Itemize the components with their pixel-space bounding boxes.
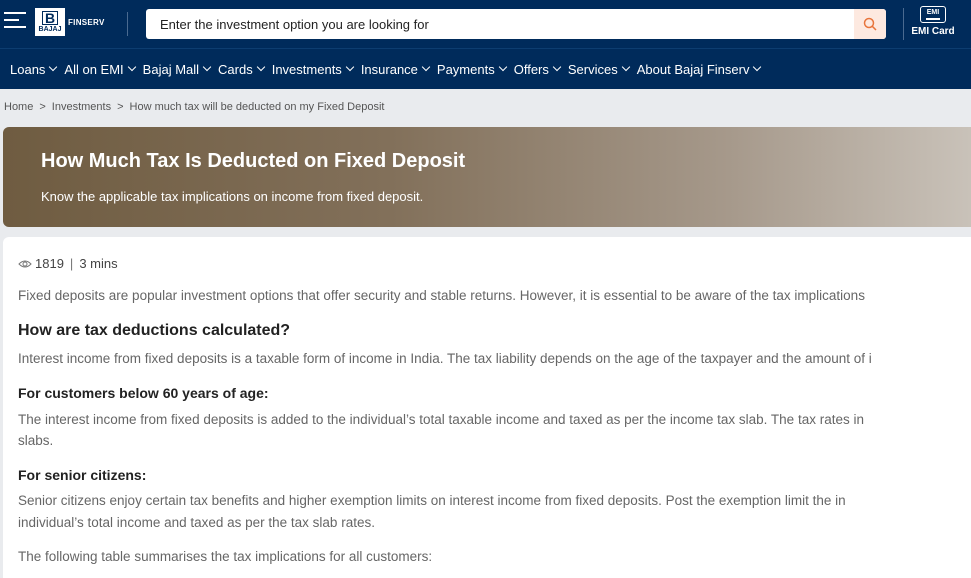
breadcrumb-current: How much tax will be deducted on my Fixe… (129, 101, 385, 113)
nav-item-loans[interactable]: Loans (10, 62, 58, 77)
meta-separator: | (69, 256, 74, 271)
logo-mark: B BAJAJ (35, 8, 65, 36)
article-meta: 1819 | 3 mins (18, 256, 118, 271)
chevron-down-icon (498, 62, 507, 72)
paragraph-below-60-line1: The interest income from fixed deposits … (18, 412, 864, 427)
chevron-down-icon (345, 62, 355, 72)
paragraph-senior-line2: individual’s total income and taxed as p… (18, 515, 375, 530)
breadcrumb-home[interactable]: Home (4, 101, 33, 113)
nav-item-investments[interactable]: Investments (272, 62, 355, 77)
paragraph-tax-calc: Interest income from fixed deposits is a… (18, 351, 872, 366)
bajaj-finserv-logo[interactable]: B BAJAJ FINSERV (35, 8, 105, 36)
nav-item-about[interactable]: About Bajaj Finserv (637, 62, 762, 77)
hamburger-menu-icon[interactable] (4, 12, 26, 30)
heading-tax-calc: How are tax deductions calculated? (18, 322, 291, 339)
nav-item-cards[interactable]: Cards (218, 62, 265, 77)
read-time: 3 mins (79, 256, 118, 271)
view-count: 1819 (35, 256, 64, 271)
search-button[interactable] (854, 9, 886, 39)
emi-card-icon: EMI (920, 6, 946, 23)
search-icon (863, 17, 877, 31)
chevron-down-icon (127, 62, 136, 72)
nav-item-all-on-emi[interactable]: All on EMI (64, 62, 136, 77)
nav-item-bajaj-mall[interactable]: Bajaj Mall (143, 62, 212, 77)
chevron-down-icon (202, 62, 212, 72)
intro-paragraph: Fixed deposits are popular investment op… (18, 288, 865, 303)
breadcrumb-separator: > (117, 101, 124, 113)
nav-item-insurance[interactable]: Insurance (361, 62, 431, 77)
search-bar (146, 9, 886, 39)
article-content: 1819 | 3 mins Fixed deposits are popular… (3, 237, 971, 578)
heading-below-60: For customers below 60 years of age: (18, 385, 269, 401)
chevron-down-icon (552, 62, 562, 72)
header-divider (127, 12, 128, 36)
chevron-down-icon (256, 62, 265, 72)
chevron-down-icon (49, 62, 58, 72)
top-header: B BAJAJ FINSERV EMI EMI Card (0, 0, 971, 48)
nav-item-offers[interactable]: Offers (514, 62, 562, 77)
breadcrumb-investments[interactable]: Investments (52, 101, 111, 113)
nav-item-services[interactable]: Services (568, 62, 630, 77)
nav-item-payments[interactable]: Payments (437, 62, 507, 77)
paragraph-below-60-line2: slabs. (18, 433, 54, 448)
hero-banner: How Much Tax Is Deducted on Fixed Deposi… (3, 127, 971, 227)
page-subtitle: Know the applicable tax implications on … (41, 189, 424, 204)
chevron-down-icon (621, 62, 630, 72)
header-divider-right (903, 8, 904, 40)
chevron-down-icon (421, 62, 431, 72)
search-input[interactable] (146, 9, 846, 39)
page-title: How Much Tax Is Deducted on Fixed Deposi… (41, 150, 466, 172)
heading-senior-citizens: For senior citizens: (18, 467, 147, 483)
logo-text: FINSERV (68, 17, 105, 27)
breadcrumb-separator: > (39, 101, 46, 113)
paragraph-table-intro: The following table summarises the tax i… (18, 549, 433, 564)
emi-card-label: EMI Card (911, 26, 955, 37)
chevron-down-icon (753, 62, 762, 72)
paragraph-senior-line1: Senior citizens enjoy certain tax benefi… (18, 493, 846, 508)
main-nav: Loans All on EMI Bajaj Mall Cards Invest… (0, 48, 971, 89)
breadcrumb: Home > Investments > How much tax will be de… (4, 101, 384, 113)
emi-card-button[interactable]: EMI EMI Card (908, 6, 958, 42)
eye-icon (18, 260, 32, 267)
